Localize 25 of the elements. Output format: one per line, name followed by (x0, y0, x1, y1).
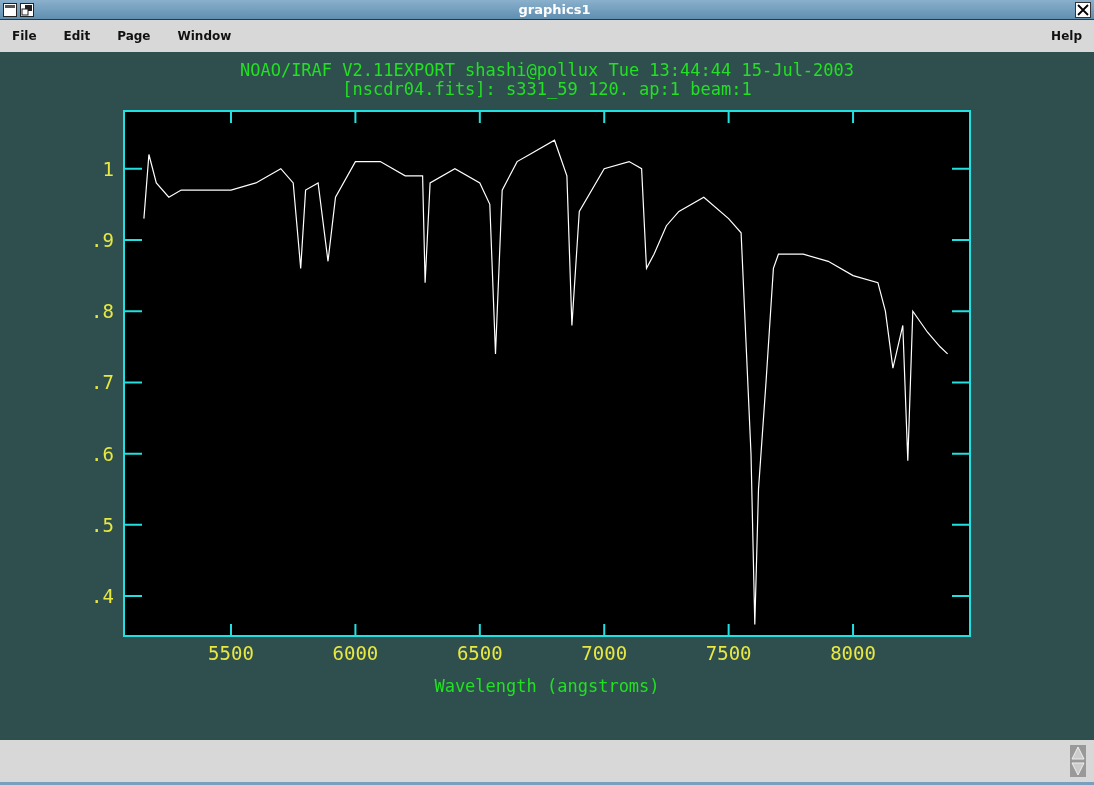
x-tick-label: 6000 (332, 642, 379, 664)
x-tick-label: 7500 (705, 642, 752, 664)
menu-item[interactable]: Window (177, 29, 232, 43)
y-tick-label: .7 (91, 371, 114, 394)
help-menu[interactable]: Help (1051, 29, 1082, 43)
x-tick-label: 7000 (581, 642, 628, 664)
x-axis-label: Wavelength (angstroms) (434, 676, 660, 696)
x-tick-label: 8000 (830, 642, 876, 664)
minimize-icon[interactable] (20, 2, 34, 17)
menu-item[interactable]: File (12, 29, 37, 43)
menu-item[interactable]: Page (117, 29, 151, 43)
x-tick-label: 5500 (208, 642, 254, 664)
y-tick-label: .5 (91, 513, 114, 536)
plot-title: NOAO/IRAF V2.11EXPORT shashi@pollux Tue 13:44:44 15-Jul-2003 (239, 60, 855, 80)
x-tick-label: 6500 (456, 642, 503, 664)
y-tick-label: .9 (91, 228, 114, 251)
y-tick-label: .8 (91, 300, 114, 323)
menu-item[interactable]: Edit (63, 29, 91, 43)
plot-title: [nscdr04.fits]: s331_59 120. ap:1 beam:1 (342, 79, 752, 99)
y-tick-label: 1 (102, 157, 114, 180)
y-tick-label: .4 (91, 585, 114, 608)
window-title: graphics1 (517, 2, 592, 17)
window-menu-icon[interactable] (3, 2, 17, 17)
y-tick-label: .6 (91, 442, 114, 465)
close-icon[interactable] (1075, 1, 1091, 18)
